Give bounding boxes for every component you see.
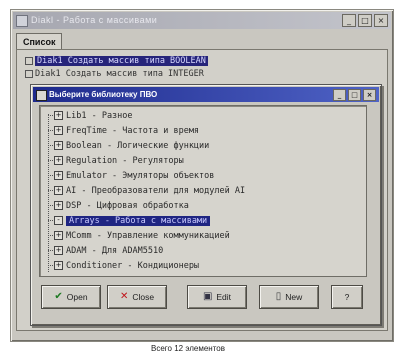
dialog-minimize-button[interactable]: _ — [333, 89, 346, 101]
library-item[interactable]: + Lib1 - Разное — [48, 110, 133, 122]
list-item[interactable]: Diak1 Создать массив типа INTEGER — [25, 69, 204, 79]
dialog-title: Выберите библиотеку ПВО — [49, 90, 158, 99]
x-icon: ✕ — [119, 291, 129, 302]
tree-expander-icon[interactable]: + — [54, 111, 63, 120]
library-item[interactable]: + MComm - Управление коммуникацией — [48, 230, 230, 242]
library-item[interactable]: + FreqTime - Частота и время — [48, 125, 199, 137]
check-icon: ✔ — [54, 291, 63, 302]
library-item[interactable]: + Boolean - Логические функции — [48, 140, 209, 152]
tree-expander-icon[interactable]: + — [54, 246, 63, 255]
library-item[interactable]: + Emulator - Эмуляторы объектов — [48, 170, 214, 182]
tree-expander-icon[interactable]: + — [54, 141, 63, 150]
library-item-selected[interactable]: - Arrays - Работа с массивами — [48, 215, 211, 227]
open-button[interactable]: ✔ Open — [41, 285, 101, 309]
main-window-title: Diakl - Работа с массивами — [31, 15, 158, 25]
new-button[interactable]: ▯ New — [259, 285, 319, 309]
main-title-bar[interactable]: Diakl - Работа с массивами _ □ × — [13, 12, 391, 29]
library-item[interactable]: + AI - Преобразователи для модулей AI — [48, 185, 245, 197]
tab-list[interactable]: Список — [16, 33, 63, 50]
dialog-app-icon — [36, 90, 47, 101]
help-button[interactable]: ? — [331, 285, 363, 309]
new-doc-icon: ▯ — [275, 291, 282, 302]
close-window-button[interactable]: × — [374, 14, 388, 27]
minimize-button[interactable]: _ — [342, 14, 356, 27]
library-item[interactable]: + Regulation - Регуляторы — [48, 155, 184, 167]
tree-expander-icon[interactable]: - — [54, 216, 63, 225]
tree-expander-icon[interactable]: + — [54, 261, 63, 270]
library-item[interactable]: + DSP - Цифровая обработка — [48, 200, 189, 212]
dialog-maximize-button[interactable]: □ — [348, 89, 361, 101]
tree-expander-icon[interactable]: + — [54, 201, 63, 210]
tree-expander-icon[interactable]: + — [54, 156, 63, 165]
tree-expander-icon[interactable]: + — [54, 231, 63, 240]
library-tree[interactable]: + Lib1 - Разное + FreqTime - Частота и вре… — [39, 105, 367, 277]
status-text: Всего 12 элементов — [151, 344, 225, 353]
tree-expander-icon[interactable] — [25, 56, 33, 65]
dialog-title-bar[interactable]: Выберите библиотеку ПВО _ □ × — [33, 87, 379, 102]
edit-button[interactable]: ▣ Edit — [187, 285, 247, 309]
library-item[interactable]: + ADAM - Для ADAM5510 — [48, 245, 163, 257]
library-item[interactable]: + Conditioner - Кондиционеры — [48, 260, 199, 272]
app-icon — [16, 15, 28, 27]
tree-expander-icon[interactable]: + — [54, 126, 63, 135]
tree-expander-icon[interactable] — [25, 69, 33, 78]
edit-icon: ▣ — [202, 291, 213, 302]
tree-expander-icon[interactable]: + — [54, 186, 63, 195]
maximize-button[interactable]: □ — [358, 14, 372, 27]
library-dialog: Выберите библиотеку ПВО _ □ × + Lib1 - Ра… — [30, 84, 382, 326]
dialog-close-button[interactable]: × — [363, 89, 376, 101]
tree-expander-icon[interactable]: + — [54, 171, 63, 180]
close-button[interactable]: ✕ Close — [107, 285, 167, 309]
list-item[interactable]: Diak1 Создать массив типа BOOLEAN — [25, 56, 208, 66]
dialog-button-bar: ✔ Open ✕ Close ▣ Edit ▯ New ? — [37, 285, 367, 315]
